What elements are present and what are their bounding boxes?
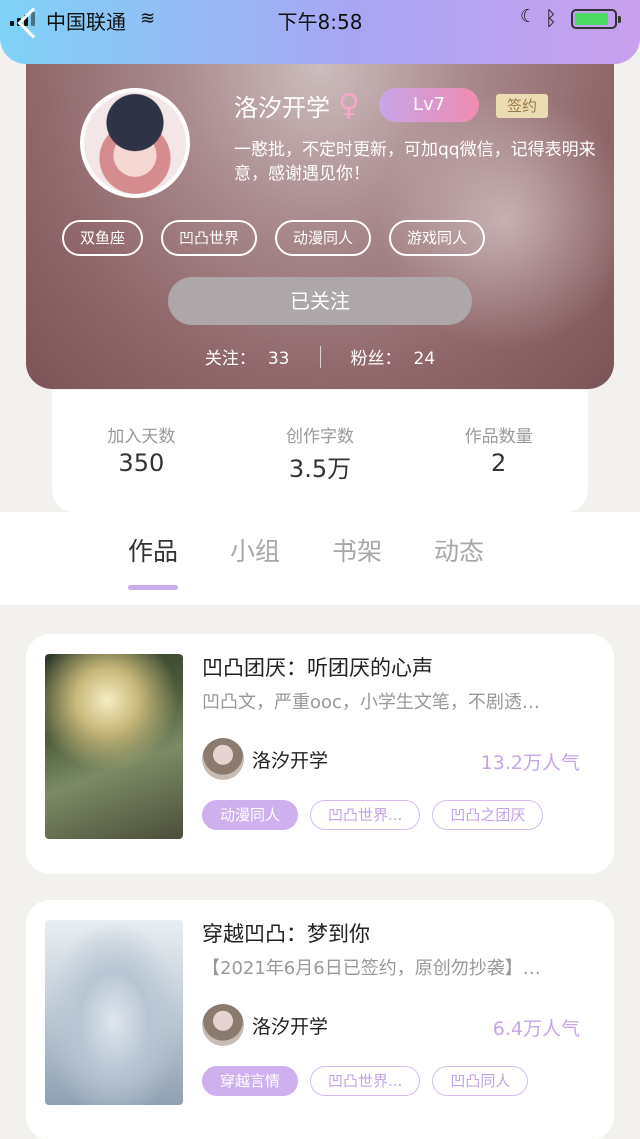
tab-bookshelf[interactable]: 书架 xyxy=(332,532,382,568)
stat-label: 创作字数 xyxy=(286,427,354,447)
tab-activity[interactable]: 动态 xyxy=(434,532,484,568)
book-title[interactable]: 穿越凹凸：梦到你 xyxy=(202,918,370,948)
book-tag[interactable]: 凹凸同人 xyxy=(432,1066,529,1096)
stat-words: 创作字数 3.5万 xyxy=(231,390,410,512)
tab-label: 作品 xyxy=(128,537,179,566)
divider xyxy=(319,345,321,368)
book-tag[interactable]: 穿越言情 xyxy=(202,1066,299,1096)
stat-value: 350 xyxy=(118,449,165,477)
stat-label: 加入天数 xyxy=(107,427,176,447)
stat-value: 2 xyxy=(491,449,507,477)
fans-label: 粉丝： xyxy=(350,349,402,369)
avatar-image xyxy=(84,92,186,194)
stat-label: 作品数量 xyxy=(464,427,533,447)
tag-game-fanfic[interactable]: 游戏同人 xyxy=(389,220,486,256)
female-icon: ♀ xyxy=(338,87,360,123)
do-not-disturb-icon: ☾ xyxy=(520,6,537,27)
follow-counts: 关注： 33 粉丝： 24 xyxy=(26,344,614,369)
popularity: 6.4万人气 xyxy=(492,1018,580,1040)
tab-groups[interactable]: 小组 xyxy=(230,532,280,568)
book-card[interactable]: 凹凸团厌：听团厌的心声 凹凸文，严重ooc，小学生文笔，不剧透… 洛汐开学 13… xyxy=(26,634,614,874)
profile-tags: 双鱼座 凹凸世界 动漫同人 游戏同人 xyxy=(62,220,486,256)
tag-constellation[interactable]: 双鱼座 xyxy=(62,220,144,256)
battery-level xyxy=(575,13,608,25)
book-author[interactable]: 洛汐开学 xyxy=(202,738,328,780)
book-tags: 穿越言情 凹凸世界... 凹凸同人 xyxy=(202,1066,529,1096)
author-avatar xyxy=(202,1004,244,1046)
stat-works: 作品数量 2 xyxy=(409,390,588,512)
tag-anime-fanfic[interactable]: 动漫同人 xyxy=(275,220,372,256)
book-title[interactable]: 凹凸团厌：听团厌的心声 xyxy=(202,652,433,682)
avatar[interactable] xyxy=(80,88,190,198)
fans-count: 24 xyxy=(413,349,436,369)
book-tag[interactable]: 凹凸世界... xyxy=(310,800,421,830)
book-tags: 动漫同人 凹凸世界... 凹凸之团厌 xyxy=(202,800,544,830)
book-tag[interactable]: 凹凸之团厌 xyxy=(432,800,544,830)
author-name: 洛汐开学 xyxy=(252,1015,329,1038)
profile-card: 洛汐开学 ♀ Lv7 签约 一憨批，不定时更新，可加qq微信，记得表明来意，感谢… xyxy=(26,30,614,389)
author-name: 洛汐开学 xyxy=(252,749,329,772)
following-label: 关注： xyxy=(204,349,256,369)
book-card[interactable]: 穿越凹凸：梦到你 【2021年6月6日已签约，原创勿抄袭】… 洛汐开学 6.4万… xyxy=(26,900,614,1139)
stats-card: 加入天数 350 创作字数 3.5万 作品数量 2 xyxy=(52,390,588,512)
author-avatar xyxy=(202,738,244,780)
fans-link[interactable]: 粉丝： 24 xyxy=(351,344,436,369)
book-author[interactable]: 洛汐开学 xyxy=(202,1004,328,1046)
tab-works[interactable]: 作品 xyxy=(128,532,179,590)
popularity: 13.2万人气 xyxy=(480,752,580,774)
battery-nub xyxy=(618,16,621,23)
clock: 下午8:58 xyxy=(277,10,363,34)
username-row: 洛汐开学 ♀ xyxy=(234,88,360,123)
book-description: 【2021年6月6日已签约，原创勿抄袭】… xyxy=(202,958,541,979)
book-tag[interactable]: 凹凸世界... xyxy=(310,1066,421,1096)
tag-world[interactable]: 凹凸世界 xyxy=(161,220,258,256)
level-badge: Lv7 xyxy=(379,88,479,122)
following-count: 33 xyxy=(267,349,290,369)
following-link[interactable]: 关注： 33 xyxy=(205,344,290,369)
tab-bar: 作品 小组 书架 动态 xyxy=(0,512,640,605)
tab-underline xyxy=(128,585,179,590)
book-description: 凹凸文，严重ooc，小学生文笔，不剧透… xyxy=(202,692,540,713)
bluetooth-icon: ᛒ xyxy=(545,6,557,30)
bio-text: 一憨批，不定时更新，可加qq微信，记得表明来意，感谢遇见你！ xyxy=(234,140,596,184)
book-tag[interactable]: 动漫同人 xyxy=(202,800,299,830)
book-cover[interactable] xyxy=(45,920,183,1105)
stat-value: 3.5万 xyxy=(288,455,352,483)
username: 洛汐开学 xyxy=(234,94,330,122)
battery-icon xyxy=(571,9,621,29)
signed-badge: 签约 xyxy=(496,94,548,118)
stat-days: 加入天数 350 xyxy=(52,390,231,512)
status-bar: 中国联通 ≋ 下午8:58 ☾ ᛒ xyxy=(0,0,640,64)
follow-button[interactable]: 已关注 xyxy=(168,277,472,325)
book-cover[interactable] xyxy=(45,654,183,839)
